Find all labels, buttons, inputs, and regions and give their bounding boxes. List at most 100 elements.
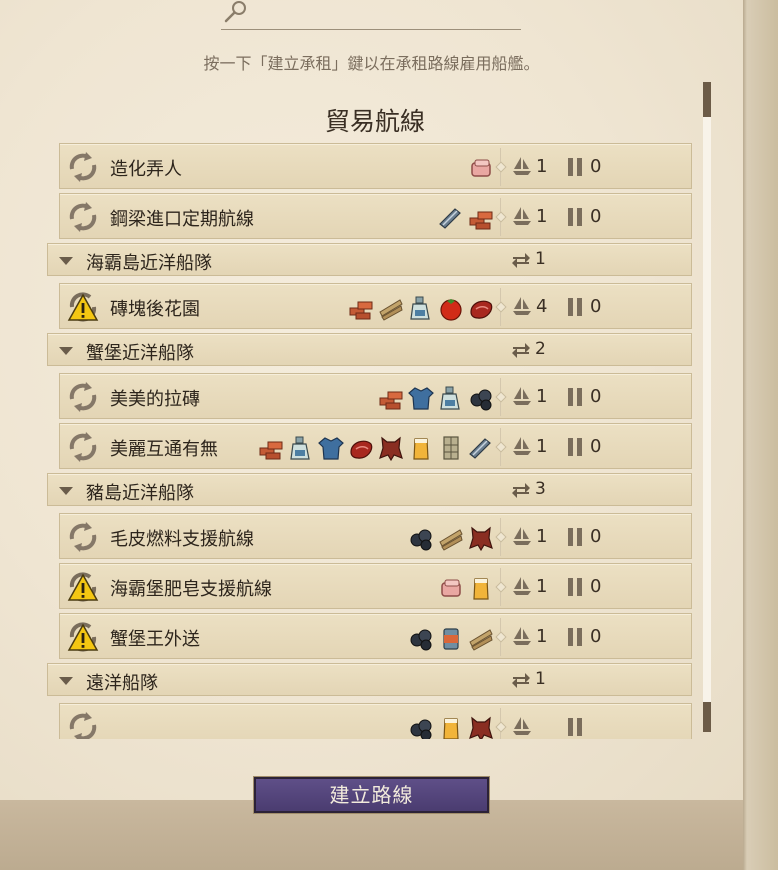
timber-icon [379, 299, 403, 321]
route-goods [257, 434, 495, 462]
trade-route-row[interactable]: 美麗互通有無 1 0 [59, 423, 692, 469]
route-name: 毛皮燃料支援航線 [110, 529, 254, 550]
trade-route-row[interactable]: 造化弄人 1 0 [59, 143, 692, 189]
clothes-icon [318, 437, 344, 460]
tomato-icon [440, 299, 462, 321]
steel-beam-icon [439, 208, 461, 229]
bricks-icon [379, 391, 403, 410]
route-goods [407, 624, 495, 652]
clothes-icon [408, 387, 434, 410]
ship-icon [513, 437, 531, 455]
group-name: 豬島近洋船隊 [86, 483, 194, 504]
cycle-icon [66, 520, 100, 554]
fur-icon [379, 436, 403, 462]
fur-icon [469, 526, 493, 552]
pause-icon [568, 298, 582, 316]
cycle-icon [66, 710, 100, 739]
diamond-icon [495, 211, 507, 223]
paused-count: 0 [590, 296, 602, 317]
route-goods [407, 524, 495, 552]
swap-icon [512, 673, 530, 688]
route-goods [407, 714, 495, 739]
ship-icon [513, 207, 531, 225]
pause-icon [568, 438, 582, 456]
schnapps-icon [290, 436, 310, 460]
scrollbar-top-cap [703, 82, 711, 117]
paused-count: 0 [590, 526, 602, 547]
route-group[interactable]: 蟹堡近洋船隊 2 [47, 333, 692, 366]
canned-food-icon [443, 628, 459, 650]
trade-route-row[interactable] [59, 703, 692, 739]
soap-icon [441, 579, 461, 597]
ship-icon [513, 297, 531, 315]
trade-route-row[interactable]: 毛皮燃料支援航線 1 0 [59, 513, 692, 559]
bricks-icon [259, 441, 283, 460]
chevron-down-icon[interactable] [58, 676, 74, 686]
steel-beam-icon [469, 438, 491, 459]
pause-icon [568, 578, 582, 596]
schnapps-icon [410, 296, 430, 320]
ship-icon [513, 627, 531, 645]
coal-icon [410, 719, 432, 739]
coal-icon [470, 389, 492, 411]
timber-icon [439, 529, 463, 551]
bricks-icon [469, 211, 493, 230]
cycle-icon [66, 150, 100, 184]
coal-icon [410, 629, 432, 651]
chevron-down-icon[interactable] [58, 256, 74, 266]
paused-count: 0 [590, 576, 602, 597]
route-group[interactable]: 豬島近洋船隊 3 [47, 473, 692, 506]
paused-count: 0 [590, 156, 602, 177]
diamond-icon [495, 531, 507, 543]
ship-count: 1 [536, 626, 548, 647]
fur-icon [469, 716, 493, 739]
pause-icon [568, 628, 582, 646]
beer-icon [443, 718, 459, 739]
meat-icon [350, 440, 373, 459]
hint-text: 按一下「建立承租」鍵以在承租路線雇用船艦。 [203, 54, 540, 73]
group-route-count: 1 [535, 669, 546, 689]
soap-icon [471, 159, 491, 177]
cycle-icon [66, 380, 100, 414]
coal-icon [410, 529, 432, 551]
trade-route-row[interactable]: 鋼梁進口定期航線 1 0 [59, 193, 692, 239]
route-group[interactable]: 遠洋船隊 1 [47, 663, 692, 696]
search-input[interactable] [221, 29, 521, 30]
diamond-icon [495, 581, 507, 593]
trade-route-row[interactable]: 海霸堡肥皂支援航線 1 0 [59, 563, 692, 609]
ship-count: 4 [536, 296, 548, 317]
warning-icon [66, 620, 100, 654]
diamond-icon [495, 161, 507, 173]
pause-icon [568, 158, 582, 176]
ship-icon [513, 717, 531, 735]
ship-count: 1 [536, 386, 548, 407]
swap-icon [512, 343, 530, 358]
search-icon[interactable] [222, 0, 250, 24]
route-goods [347, 294, 495, 322]
diamond-icon [495, 391, 507, 403]
chevron-down-icon[interactable] [58, 486, 74, 496]
route-group[interactable]: 海霸島近洋船隊 1 [47, 243, 692, 276]
trade-route-row[interactable]: 磚塊後花園 4 0 [59, 283, 692, 329]
scrollbar-thumb[interactable] [703, 702, 711, 732]
diamond-icon [495, 441, 507, 453]
section-title: 貿易航線 [324, 107, 425, 136]
route-name: 蟹堡王外送 [110, 629, 200, 650]
chevron-down-icon[interactable] [58, 346, 74, 356]
pause-icon [568, 388, 582, 406]
trade-route-row[interactable]: 蟹堡王外送 1 0 [59, 613, 692, 659]
create-route-button[interactable]: 建立路線 [254, 777, 489, 813]
ship-icon [513, 577, 531, 595]
scrollbar-track[interactable] [703, 82, 711, 732]
meat-icon [470, 300, 493, 319]
pause-icon [568, 208, 582, 226]
ship-icon [513, 527, 531, 545]
group-route-count: 2 [535, 339, 546, 359]
ship-count: 1 [536, 206, 548, 227]
ship-count: 1 [536, 436, 548, 457]
route-goods [437, 204, 495, 232]
route-name: 鋼梁進口定期航線 [110, 209, 254, 230]
trade-route-row[interactable]: 美美的拉磚 1 0 [59, 373, 692, 419]
route-name: 造化弄人 [110, 159, 182, 180]
ship-count: 1 [536, 576, 548, 597]
